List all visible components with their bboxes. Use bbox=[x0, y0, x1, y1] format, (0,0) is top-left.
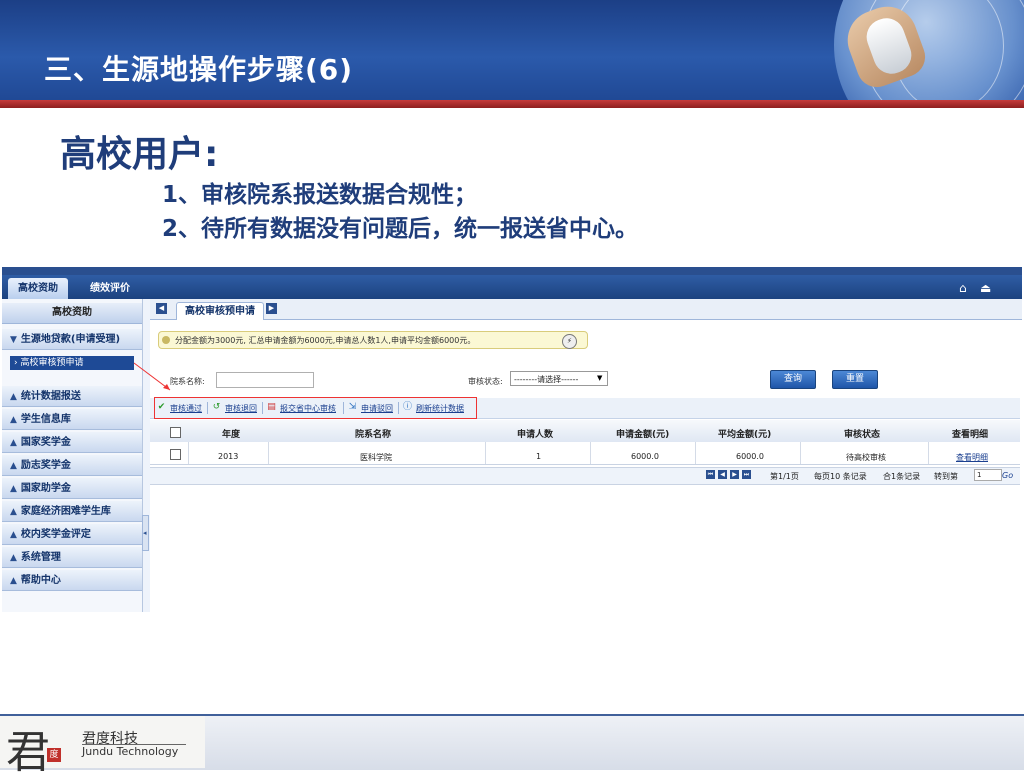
sidebar-item-xitong[interactable]: ▲ 系统管理 bbox=[2, 547, 142, 568]
header-band bbox=[0, 100, 1024, 108]
cell-count: 1 bbox=[536, 452, 542, 461]
bullet-point-2: 2、待所有数据没有问题后，统一报送省中心。 bbox=[162, 216, 639, 242]
logout-icon[interactable]: ⏏ bbox=[980, 281, 991, 295]
col-dept: 院系名称 bbox=[355, 430, 392, 440]
arrow-up-icon: ▲ bbox=[10, 392, 17, 402]
dept-name-input[interactable] bbox=[216, 372, 314, 388]
toolbar-highlight-frame bbox=[154, 397, 477, 419]
first-page-icon[interactable]: ⏮ bbox=[706, 470, 715, 479]
arrow-up-icon: ▲ bbox=[10, 530, 17, 540]
col-amount: 申请金额(元) bbox=[616, 430, 670, 440]
next-page-icon[interactable]: ▶ bbox=[730, 470, 739, 479]
view-detail-link[interactable]: 查看明细 bbox=[956, 453, 988, 462]
notice-bullet-icon bbox=[162, 336, 170, 344]
sidebar-subitem-shenhe[interactable]: › 高校审核预申请 bbox=[10, 356, 134, 370]
company-logo: 君 bbox=[6, 727, 50, 778]
main-panel: ◀ 高校审核预申请 ▶ 分配金额为3000元, 汇总申请金额为6000元,申请总… bbox=[150, 299, 1022, 612]
cell-year: 2013 bbox=[218, 452, 239, 461]
sidebar-item-lizhi[interactable]: ▲ 励志奖学金 bbox=[2, 455, 142, 476]
annotation-arrow bbox=[133, 362, 171, 391]
tab-scroll-left-icon[interactable]: ◀ bbox=[156, 303, 167, 314]
arrow-up-icon: ▲ bbox=[10, 484, 17, 494]
sidebar-item-guojiajiang[interactable]: ▲ 国家奖学金 bbox=[2, 432, 142, 453]
logo-seal: 度 bbox=[47, 748, 61, 762]
query-button[interactable]: 查询 bbox=[770, 370, 816, 389]
app-screenshot: 高校资助 绩效评价 ⌂ ⏏ 高校资助 ▼ 生源地贷款(申请受理) › 高校审核预申… bbox=[2, 267, 1022, 612]
notice-toggle-icon[interactable]: ⚡ bbox=[562, 334, 577, 349]
app-navbar bbox=[2, 275, 1022, 299]
arrow-up-icon: ▲ bbox=[10, 438, 17, 448]
status-select[interactable]: --------请选择------ bbox=[510, 371, 608, 386]
status-label: 审核状态: bbox=[468, 377, 503, 386]
col-avg: 平均金额(元) bbox=[718, 430, 772, 440]
arrow-up-icon: ▲ bbox=[10, 553, 17, 563]
slide-subtitle: 高校用户: bbox=[60, 134, 219, 175]
sidebar-item-zhuxue[interactable]: ▲ 国家助学金 bbox=[2, 478, 142, 499]
sidebar-item-bangzhu[interactable]: ▲ 帮助中心 bbox=[2, 570, 142, 591]
page-indicator: 第1/1页 bbox=[770, 472, 799, 481]
sidebar-item-tongji[interactable]: ▲ 统计数据报送 bbox=[2, 386, 142, 407]
arrow-down-icon: ▼ bbox=[10, 335, 17, 345]
table-row bbox=[150, 442, 1020, 465]
go-button[interactable]: Go bbox=[1002, 471, 1013, 480]
company-name-en: Jundu Technology bbox=[82, 745, 179, 758]
cell-amount: 6000.0 bbox=[631, 452, 659, 461]
arrow-up-icon: ▲ bbox=[10, 461, 17, 471]
cell-status: 待高校审核 bbox=[846, 453, 886, 462]
jump-label: 转到第 bbox=[934, 472, 958, 481]
home-icon[interactable]: ⌂ bbox=[959, 281, 967, 295]
sidebar-item-xiaonei[interactable]: ▲ 校内奖学金评定 bbox=[2, 524, 142, 545]
notice-bar: 分配金额为3000元, 汇总申请金额为6000元,申请总人数1人,申请平均金额6… bbox=[158, 331, 588, 349]
col-detail: 查看明细 bbox=[952, 430, 989, 440]
col-year: 年度 bbox=[222, 430, 241, 440]
arrow-up-icon: ▲ bbox=[10, 415, 17, 425]
arrow-up-icon: ▲ bbox=[10, 507, 17, 517]
tab-strip bbox=[150, 299, 1022, 320]
slide-title: 三、生源地操作步骤(6) bbox=[44, 53, 354, 86]
total-records-text: 合1条记录 bbox=[883, 472, 921, 481]
per-page-text: 每页10 条记录 bbox=[814, 472, 867, 481]
jump-page-input[interactable]: 1 bbox=[974, 469, 1002, 481]
sidebar-item-kunnan[interactable]: ▲ 家庭经济困难学生库 bbox=[2, 501, 142, 522]
app-topbar bbox=[2, 267, 1022, 275]
table-header bbox=[150, 420, 1020, 443]
arrow-up-icon: ▲ bbox=[10, 576, 17, 586]
tab-scroll-right-icon[interactable]: ▶ bbox=[266, 303, 277, 314]
col-count: 申请人数 bbox=[517, 430, 554, 440]
row-checkbox[interactable] bbox=[170, 449, 181, 460]
sidebar-item-xuesheng[interactable]: ▲ 学生信息库 bbox=[2, 409, 142, 430]
cell-dept: 医科学院 bbox=[360, 453, 392, 462]
sidebar-header: 高校资助 bbox=[2, 303, 142, 324]
tab-gaoxiao-shenhe[interactable]: 高校审核预申请 bbox=[176, 302, 264, 320]
cell-avg: 6000.0 bbox=[736, 452, 764, 461]
last-page-icon[interactable]: ⏭ bbox=[742, 470, 751, 479]
sidebar-item-shengyuandi[interactable]: ▼ 生源地贷款(申请受理) bbox=[2, 329, 142, 350]
sidebar-collapse-handle[interactable]: ◂ bbox=[142, 515, 149, 551]
bullet-point-1: 1、审核院系报送数据合规性； bbox=[162, 182, 478, 208]
select-all-checkbox[interactable] bbox=[170, 427, 181, 438]
prev-page-icon[interactable]: ◀ bbox=[718, 470, 727, 479]
tab-gaoxiao-zizhu[interactable]: 高校资助 bbox=[8, 278, 68, 299]
tab-jixiao-pingjia[interactable]: 绩效评价 bbox=[80, 278, 140, 299]
reset-button[interactable]: 重置 bbox=[832, 370, 878, 389]
sidebar: 高校资助 ▼ 生源地贷款(申请受理) › 高校审核预申请 ▲ 统计数据报送 ▲ 学生信… bbox=[2, 299, 143, 612]
col-status: 审核状态 bbox=[844, 430, 881, 440]
chevron-down-icon: ▼ bbox=[597, 374, 603, 382]
